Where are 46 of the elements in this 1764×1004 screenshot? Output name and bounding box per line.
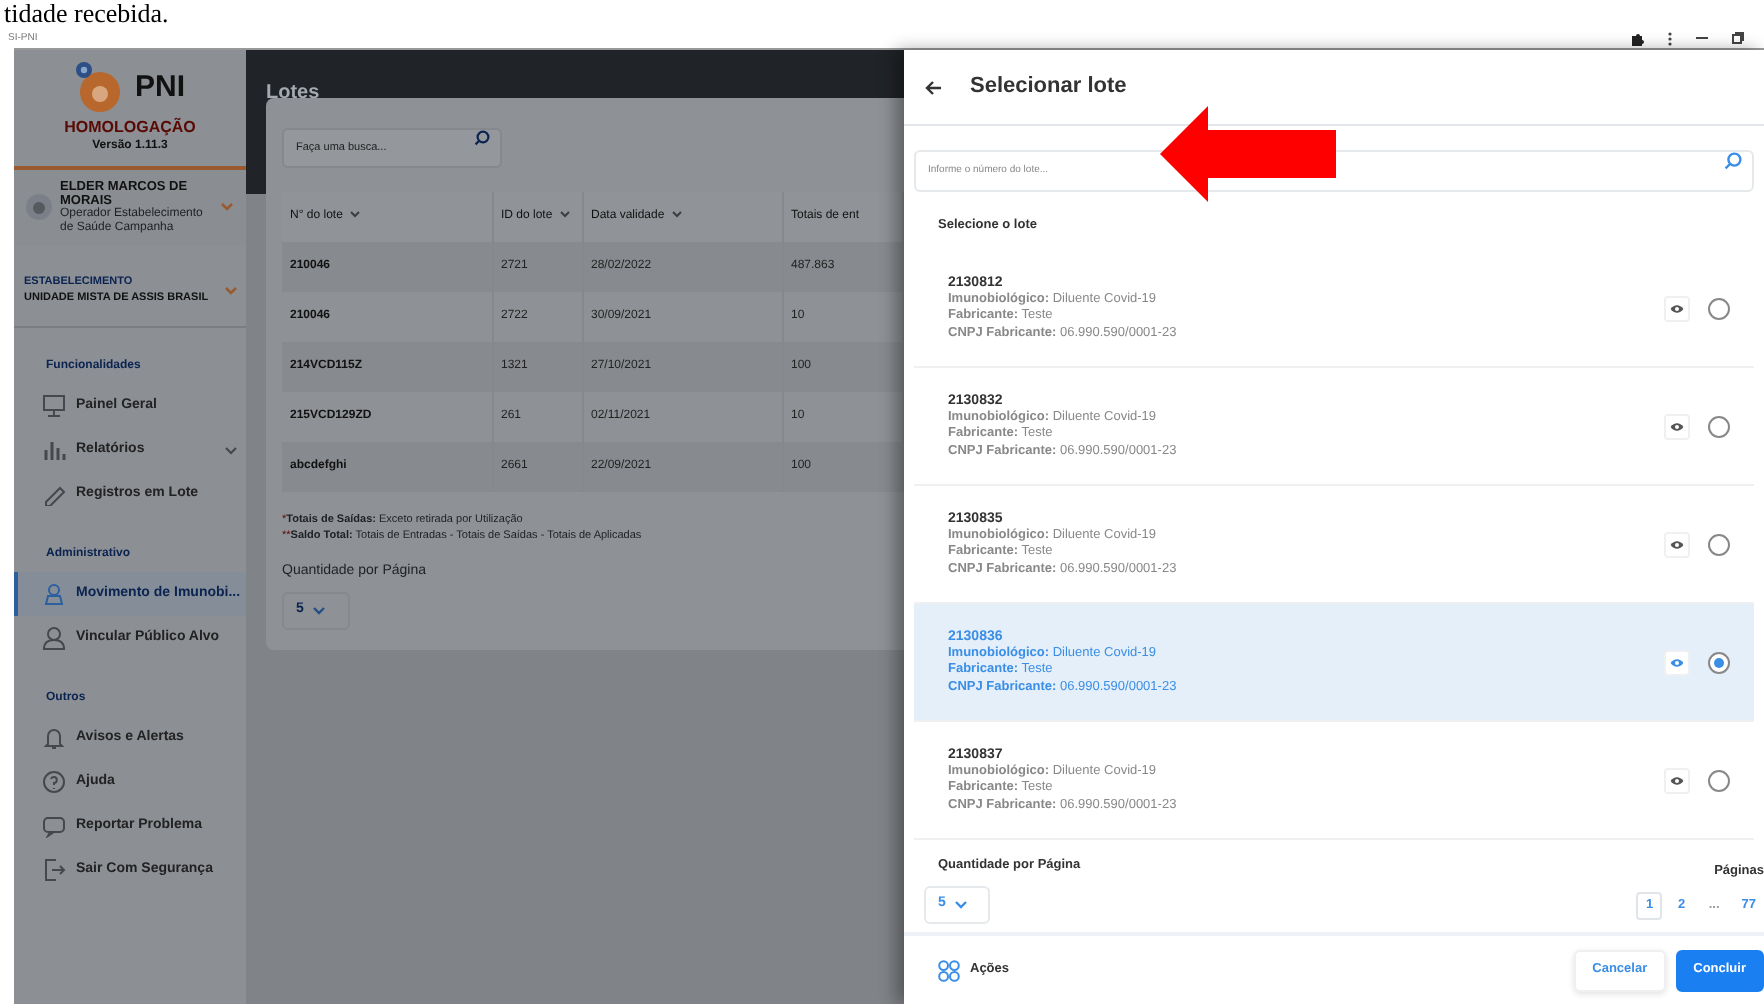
- chevron-down-icon: [311, 606, 326, 616]
- grid-icon: [938, 959, 960, 981]
- person-icon: [42, 582, 66, 607]
- chevron-down-icon: [224, 445, 238, 456]
- back-arrow-icon[interactable]: [924, 79, 942, 95]
- logo-icon: [74, 62, 123, 114]
- sort-icon: [560, 210, 571, 219]
- environment-label: HOMOLOGAÇÃO: [62, 120, 198, 138]
- eye-icon: [1670, 775, 1684, 786]
- eye-icon: [1670, 539, 1684, 550]
- help-icon: [42, 770, 66, 795]
- logout-icon: [42, 858, 66, 883]
- minimize-icon[interactable]: [1696, 36, 1708, 40]
- sort-icon: [350, 210, 361, 219]
- panel-title: Selecionar lote: [970, 72, 1127, 103]
- search-icon[interactable]: [1724, 152, 1742, 170]
- view-button[interactable]: [1664, 767, 1690, 794]
- chevron-down-icon: [953, 900, 968, 910]
- bar-chart-icon: [42, 438, 66, 463]
- view-button[interactable]: [1664, 649, 1690, 676]
- avatar-icon: [26, 194, 52, 221]
- chevron-down-icon: [224, 285, 238, 296]
- page-title: Lotes: [266, 80, 322, 108]
- puzzle-icon[interactable]: [1630, 31, 1644, 45]
- restore-icon[interactable]: [1732, 32, 1744, 44]
- bell-icon: [42, 726, 66, 751]
- pen-icon: [42, 482, 66, 507]
- document-text: tidade recebida.: [2, 0, 171, 28]
- search-icon[interactable]: [474, 130, 490, 146]
- sort-icon: [672, 210, 683, 219]
- view-button[interactable]: [1664, 531, 1690, 558]
- radio-button[interactable]: [1708, 533, 1730, 556]
- logo-text: PNI: [134, 67, 185, 108]
- chevron-down-icon: [220, 202, 234, 213]
- eye-icon: [1670, 657, 1684, 668]
- monitor-icon: [42, 394, 66, 419]
- user-icon: [42, 626, 66, 651]
- radio-button[interactable]: [1708, 297, 1730, 320]
- chat-icon: [42, 814, 66, 839]
- radio-button[interactable]: [1708, 769, 1730, 792]
- view-button[interactable]: [1664, 295, 1690, 322]
- view-button[interactable]: [1664, 413, 1690, 440]
- eye-icon: [1670, 303, 1684, 314]
- eye-icon: [1670, 421, 1684, 432]
- radio-button[interactable]: [1708, 415, 1730, 438]
- radio-button[interactable]: [1708, 651, 1730, 674]
